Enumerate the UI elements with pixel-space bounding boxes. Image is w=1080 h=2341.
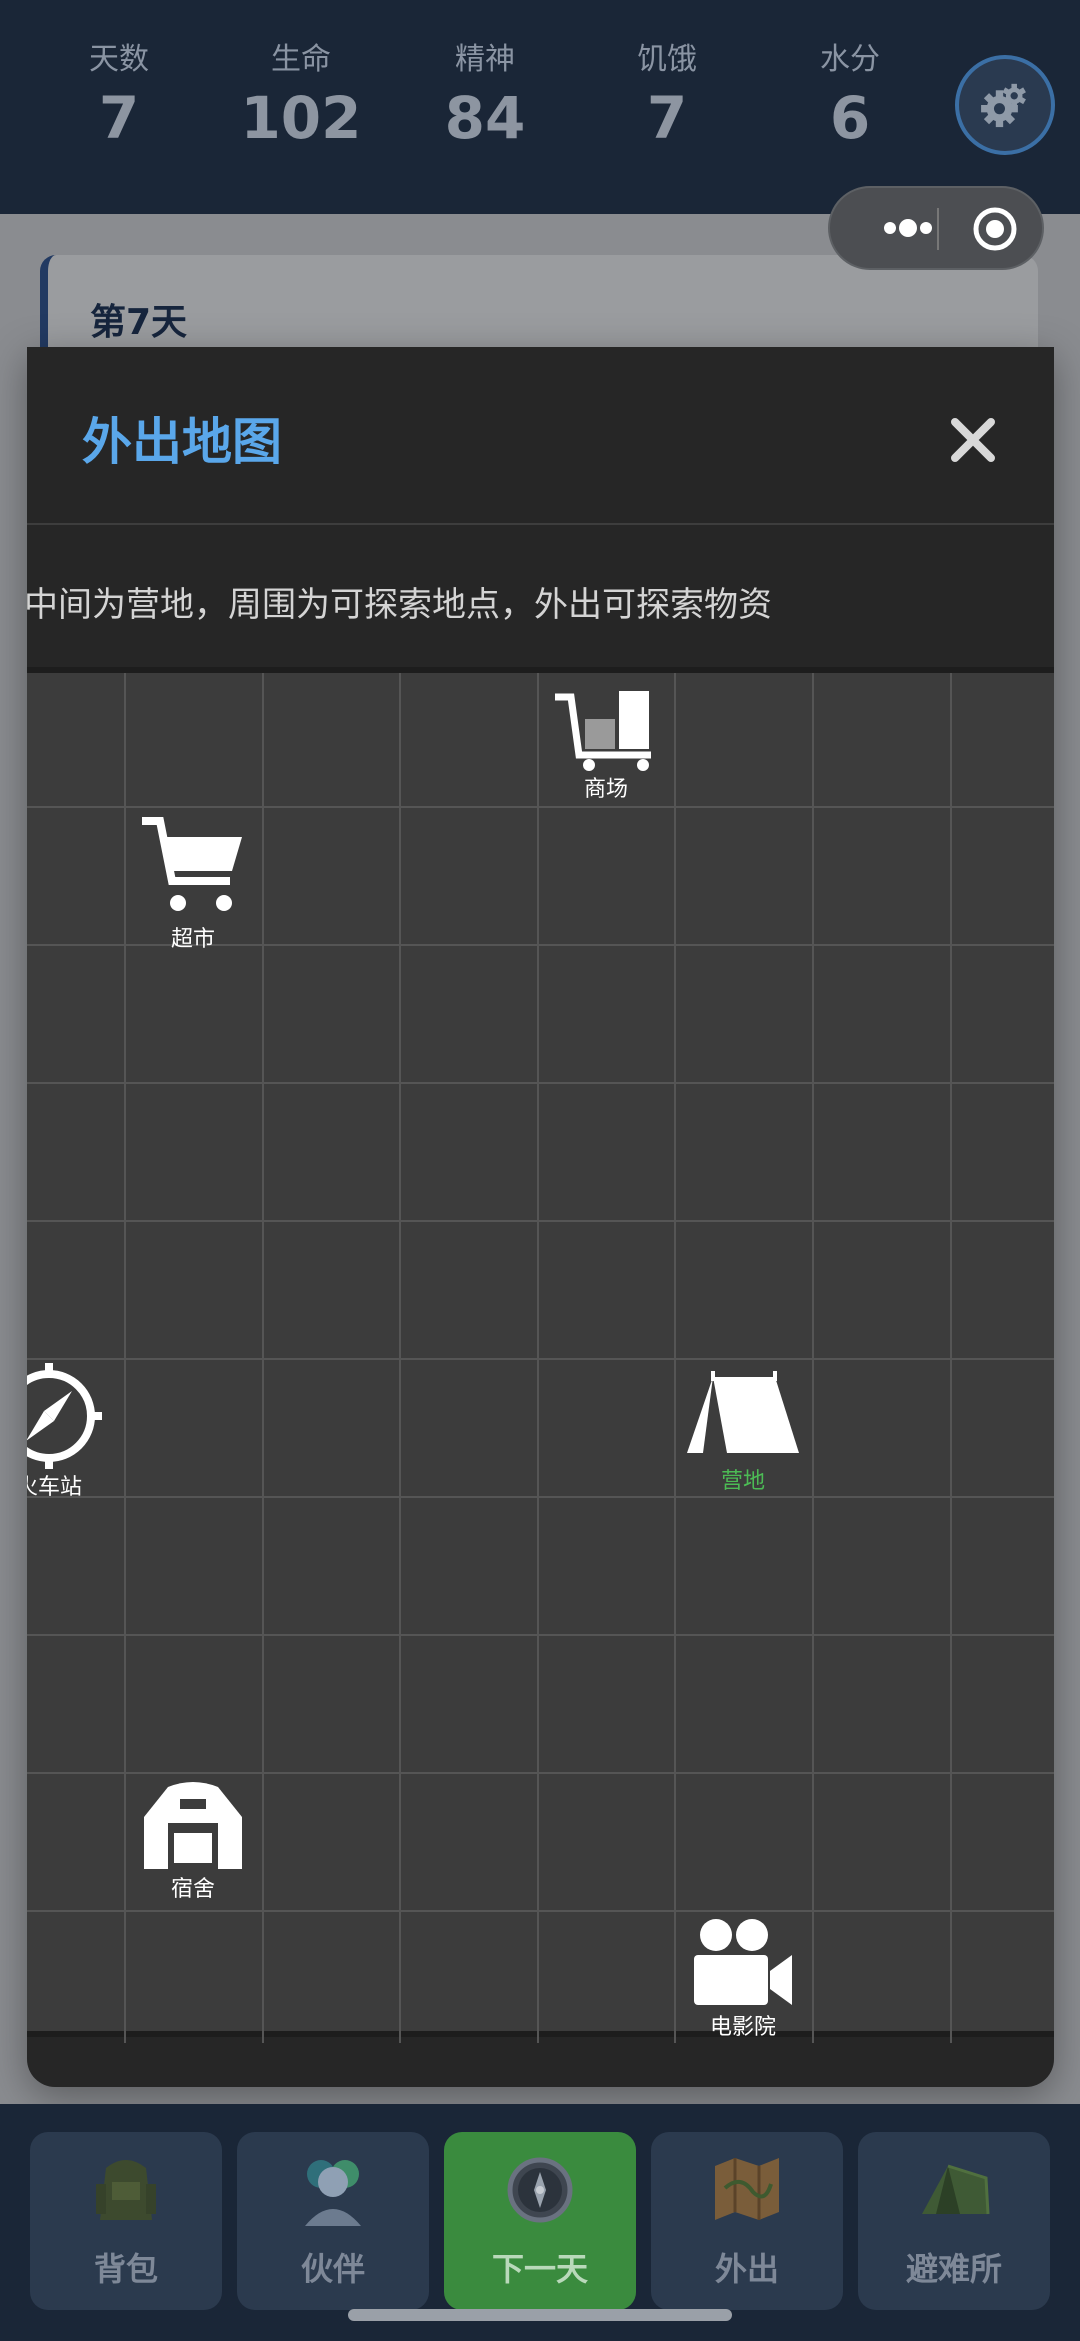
nav-partner[interactable]: 伙伴 — [237, 2132, 429, 2310]
nav-next-day-label: 下一天 — [491, 2250, 588, 2288]
stats-bar: 天数 7 生命 102 精神 84 饥饿 7 水分 6 — [0, 0, 1080, 214]
stat-days-value: 7 — [98, 84, 140, 152]
stat-spirit-label: 精神 — [455, 42, 515, 77]
more-menu-icon[interactable] — [856, 188, 956, 268]
modal-subtitle: 中间为营地，周围为可探索地点，外出可探索物资 — [27, 585, 772, 625]
nav-go-out-label: 外出 — [714, 2250, 779, 2288]
stat-spirit: 精神 84 — [410, 40, 560, 156]
stat-health-value: 102 — [240, 84, 362, 152]
stat-hunger-value: 7 — [646, 84, 688, 152]
stat-water-label: 水分 — [820, 42, 880, 77]
stat-days: 天数 7 — [44, 40, 194, 156]
location-supermarket[interactable]: 超市 — [113, 813, 273, 955]
nav-shelter-label: 避难所 — [905, 2250, 1002, 2288]
map-icon — [715, 2158, 779, 2220]
nav-partner-label: 伙伴 — [300, 2250, 365, 2288]
stat-hunger-label: 饥饿 — [637, 42, 697, 77]
location-supermarket-label: 超市 — [170, 927, 215, 952]
barn-icon — [144, 1782, 242, 1869]
stat-health-label: 生命 — [271, 42, 331, 77]
stat-days-label: 天数 — [89, 42, 149, 77]
tent-icon — [922, 2164, 990, 2215]
nav-shelter[interactable]: 避难所 — [858, 2132, 1050, 2310]
nav-backpack[interactable]: 背包 — [30, 2132, 222, 2310]
nav-backpack-label: 背包 — [93, 2250, 158, 2288]
location-cinema-label: 电影院 — [709, 2015, 776, 2040]
outing-map-modal: 外出地图 中间为营地，周围为可探索地点，外出可探索物资 商场 超市 车站 营地 … — [27, 347, 1054, 2087]
trolley-icon — [555, 691, 651, 771]
location-camp[interactable]: 营地 — [663, 1371, 823, 1497]
day-title: 第7天 — [90, 302, 188, 343]
stat-water-value: 6 — [829, 84, 871, 152]
modal-title: 外出地图 — [82, 413, 282, 471]
location-camp-label: 营地 — [720, 1469, 765, 1494]
modal-header: 外出地图 — [27, 347, 1054, 525]
compass-icon — [507, 2157, 573, 2223]
backpack-icon — [96, 2160, 156, 2220]
stat-water: 水分 6 — [775, 40, 925, 156]
location-mall-label: 商场 — [583, 777, 628, 802]
location-dorm-label: 宿舍 — [170, 1877, 215, 1902]
capsule-divider — [937, 208, 939, 250]
gear-icon — [981, 83, 1026, 128]
location-cinema[interactable]: 电影院 — [663, 1915, 823, 2043]
cart-icon — [142, 817, 242, 911]
compass-icon — [27, 1363, 102, 1469]
location-mall[interactable]: 商场 — [526, 683, 686, 805]
location-train-station[interactable]: 火车站 — [27, 1361, 129, 1503]
home-indicator[interactable] — [348, 2309, 732, 2321]
settings-button[interactable] — [955, 55, 1055, 155]
close-mini-program-icon[interactable] — [970, 204, 1020, 254]
tent-icon — [687, 1371, 799, 1453]
bottom-nav: 背包 伙伴 下一天 外出 避难所 — [0, 2104, 1080, 2341]
stat-hunger: 饥饿 7 — [592, 40, 742, 156]
stat-spirit-value: 84 — [444, 84, 526, 152]
nav-go-out[interactable]: 外出 — [651, 2132, 843, 2310]
partner-icon — [305, 2160, 361, 2226]
location-train-station-label: 火车站 — [27, 1475, 82, 1500]
mini-program-capsule — [828, 186, 1044, 270]
movie-camera-icon — [694, 1919, 792, 2005]
map-grid: 商场 超市 火车站 — [27, 667, 1054, 2043]
close-icon[interactable] — [945, 412, 1001, 468]
stat-health: 生命 102 — [226, 40, 376, 156]
location-dorm[interactable]: 宿舍 — [113, 1777, 273, 1905]
nav-next-day[interactable]: 下一天 — [444, 2132, 636, 2310]
